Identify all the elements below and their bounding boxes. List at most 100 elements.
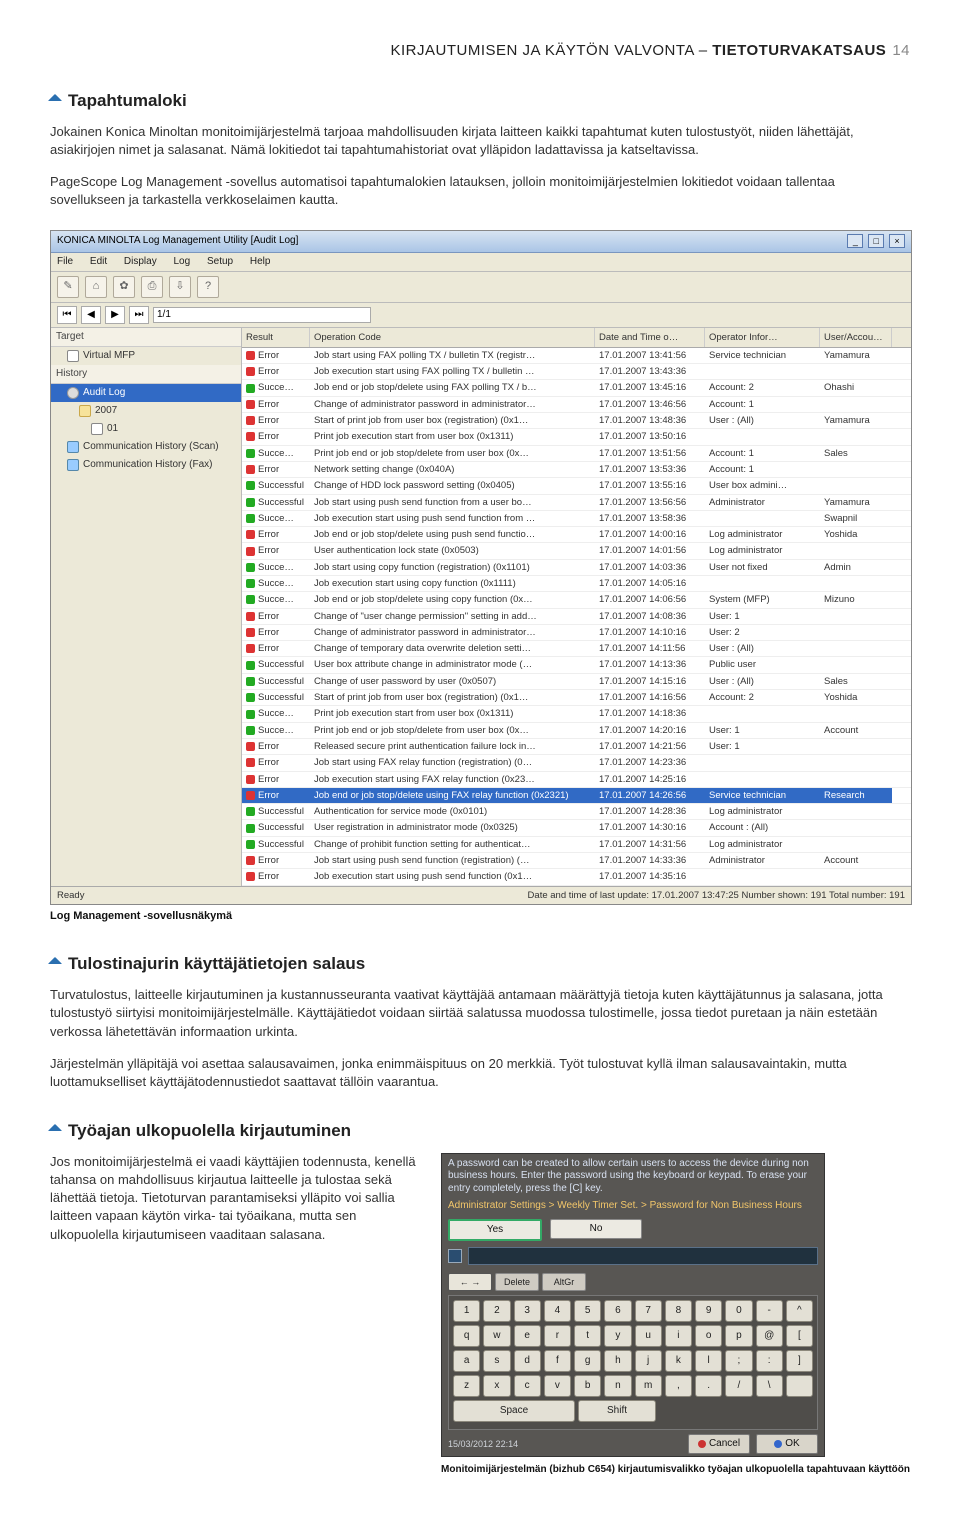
- toolbar-btn-1[interactable]: ✎: [57, 276, 79, 298]
- table-row[interactable]: ErrorNetwork setting change (0x040A)17.0…: [242, 462, 911, 478]
- key[interactable]: /: [725, 1375, 752, 1397]
- table-row[interactable]: Succe…Print job execution start from use…: [242, 706, 911, 722]
- table-row[interactable]: Succe…Print job end or job stop/delete f…: [242, 446, 911, 462]
- table-row[interactable]: SuccessfulUser registration in administr…: [242, 820, 911, 836]
- nav-first[interactable]: ⏮: [57, 306, 77, 324]
- key[interactable]: z: [453, 1375, 480, 1397]
- tree-comm-fax[interactable]: Communication History (Fax): [51, 456, 241, 474]
- table-row[interactable]: ErrorChange of administrator password in…: [242, 625, 911, 641]
- table-row[interactable]: Succe…Job execution start using copy fun…: [242, 576, 911, 592]
- menu-help[interactable]: Help: [250, 256, 271, 267]
- table-row[interactable]: ErrorUser authentication lock state (0x0…: [242, 543, 911, 559]
- col-user[interactable]: User/Accou…: [820, 328, 892, 347]
- table-row[interactable]: Succe…Job execution start using push sen…: [242, 511, 911, 527]
- table-row[interactable]: ErrorChange of temporary data overwrite …: [242, 641, 911, 657]
- key[interactable]: i: [665, 1325, 692, 1347]
- table-row[interactable]: ErrorJob execution start using FAX relay…: [242, 772, 911, 788]
- tree-audit-log[interactable]: Audit Log: [51, 384, 241, 402]
- ah-cancel-button[interactable]: Cancel: [688, 1434, 750, 1454]
- maximize-button[interactable]: □: [868, 234, 884, 248]
- key[interactable]: ,: [665, 1375, 692, 1397]
- key[interactable]: w: [483, 1325, 510, 1347]
- key[interactable]: .: [695, 1375, 722, 1397]
- key[interactable]: u: [635, 1325, 662, 1347]
- table-row[interactable]: SuccessfulChange of prohibit function se…: [242, 837, 911, 853]
- table-row[interactable]: Succe…Print job end or job stop/delete f…: [242, 723, 911, 739]
- key[interactable]: ;: [725, 1350, 752, 1372]
- table-row[interactable]: ErrorReleased secure print authenticatio…: [242, 739, 911, 755]
- key[interactable]: \: [756, 1375, 783, 1397]
- page-field[interactable]: 1/1: [153, 307, 371, 323]
- tree-month[interactable]: 01: [51, 420, 241, 438]
- key[interactable]: j: [635, 1350, 662, 1372]
- key[interactable]: @: [756, 1325, 783, 1347]
- toolbar-btn-6[interactable]: ?: [197, 276, 219, 298]
- minimize-button[interactable]: _: [847, 234, 863, 248]
- menu-file[interactable]: File: [57, 256, 73, 267]
- toolbar-btn-2[interactable]: ⌂: [85, 276, 107, 298]
- key[interactable]: 3: [514, 1300, 541, 1322]
- key[interactable]: 0: [725, 1300, 752, 1322]
- tree-comm-scan[interactable]: Communication History (Scan): [51, 438, 241, 456]
- key[interactable]: 2: [483, 1300, 510, 1322]
- key[interactable]: q: [453, 1325, 480, 1347]
- key[interactable]: 5: [574, 1300, 601, 1322]
- menu-log[interactable]: Log: [174, 256, 191, 267]
- table-row[interactable]: Succe…Job end or job stop/delete using c…: [242, 592, 911, 608]
- toolbar-btn-5[interactable]: ⇩: [169, 276, 191, 298]
- nav-next[interactable]: ▶: [105, 306, 125, 324]
- close-button[interactable]: ×: [889, 234, 905, 248]
- nav-prev[interactable]: ◀: [81, 306, 101, 324]
- key[interactable]: x: [483, 1375, 510, 1397]
- table-row[interactable]: SuccessfulJob start using push send func…: [242, 495, 911, 511]
- col-opcode[interactable]: Operation Code: [310, 328, 595, 347]
- menu-display[interactable]: Display: [124, 256, 157, 267]
- key[interactable]: l: [695, 1350, 722, 1372]
- table-row[interactable]: ErrorPrint job execution start from user…: [242, 429, 911, 445]
- table-row[interactable]: ErrorChange of administrator password in…: [242, 397, 911, 413]
- key[interactable]: d: [514, 1350, 541, 1372]
- key[interactable]: y: [604, 1325, 631, 1347]
- toolbar-btn-4[interactable]: ⎙: [141, 276, 163, 298]
- ah-no-button[interactable]: No: [550, 1219, 642, 1239]
- key[interactable]: s: [483, 1350, 510, 1372]
- table-row[interactable]: ErrorStart of print job from user box (r…: [242, 413, 911, 429]
- key[interactable]: r: [544, 1325, 571, 1347]
- key[interactable]: g: [574, 1350, 601, 1372]
- ah-password-input[interactable]: [468, 1247, 818, 1265]
- key[interactable]: ^: [786, 1300, 813, 1322]
- table-row[interactable]: ErrorJob end or job stop/delete using pu…: [242, 527, 911, 543]
- keypad-tab-delete[interactable]: Delete: [495, 1273, 539, 1291]
- ah-ok-button[interactable]: OK: [756, 1434, 818, 1454]
- table-row[interactable]: ErrorJob end or job stop/delete using FA…: [242, 788, 911, 804]
- key[interactable]: 1: [453, 1300, 480, 1322]
- key[interactable]: c: [514, 1375, 541, 1397]
- menu-edit[interactable]: Edit: [90, 256, 107, 267]
- key[interactable]: e: [514, 1325, 541, 1347]
- table-row[interactable]: SuccessfulUser box attribute change in a…: [242, 657, 911, 673]
- ah-yes-button[interactable]: Yes: [448, 1219, 542, 1241]
- key[interactable]: t: [574, 1325, 601, 1347]
- key[interactable]: 6: [604, 1300, 631, 1322]
- key[interactable]: v: [544, 1375, 571, 1397]
- col-result[interactable]: Result: [242, 328, 310, 347]
- table-row[interactable]: ErrorChange of "user change permission" …: [242, 609, 911, 625]
- table-row[interactable]: SuccessfulAuthentication for service mod…: [242, 804, 911, 820]
- table-row[interactable]: ErrorJob start using push send function …: [242, 853, 911, 869]
- target-item[interactable]: Virtual MFP: [51, 347, 241, 365]
- key[interactable]: 7: [635, 1300, 662, 1322]
- key[interactable]: -: [756, 1300, 783, 1322]
- key[interactable]: n: [604, 1375, 631, 1397]
- table-row[interactable]: SuccessfulChange of HDD lock password se…: [242, 478, 911, 494]
- key[interactable]: h: [604, 1350, 631, 1372]
- key-shift[interactable]: Shift: [578, 1400, 656, 1422]
- key[interactable]: f: [544, 1350, 571, 1372]
- key[interactable]: 8: [665, 1300, 692, 1322]
- key[interactable]: 4: [544, 1300, 571, 1322]
- key[interactable]: a: [453, 1350, 480, 1372]
- table-row[interactable]: ErrorJob execution start using push send…: [242, 869, 911, 885]
- key[interactable]: m: [635, 1375, 662, 1397]
- key[interactable]: o: [695, 1325, 722, 1347]
- key[interactable]: [: [786, 1325, 813, 1347]
- key-space[interactable]: Space: [453, 1400, 575, 1422]
